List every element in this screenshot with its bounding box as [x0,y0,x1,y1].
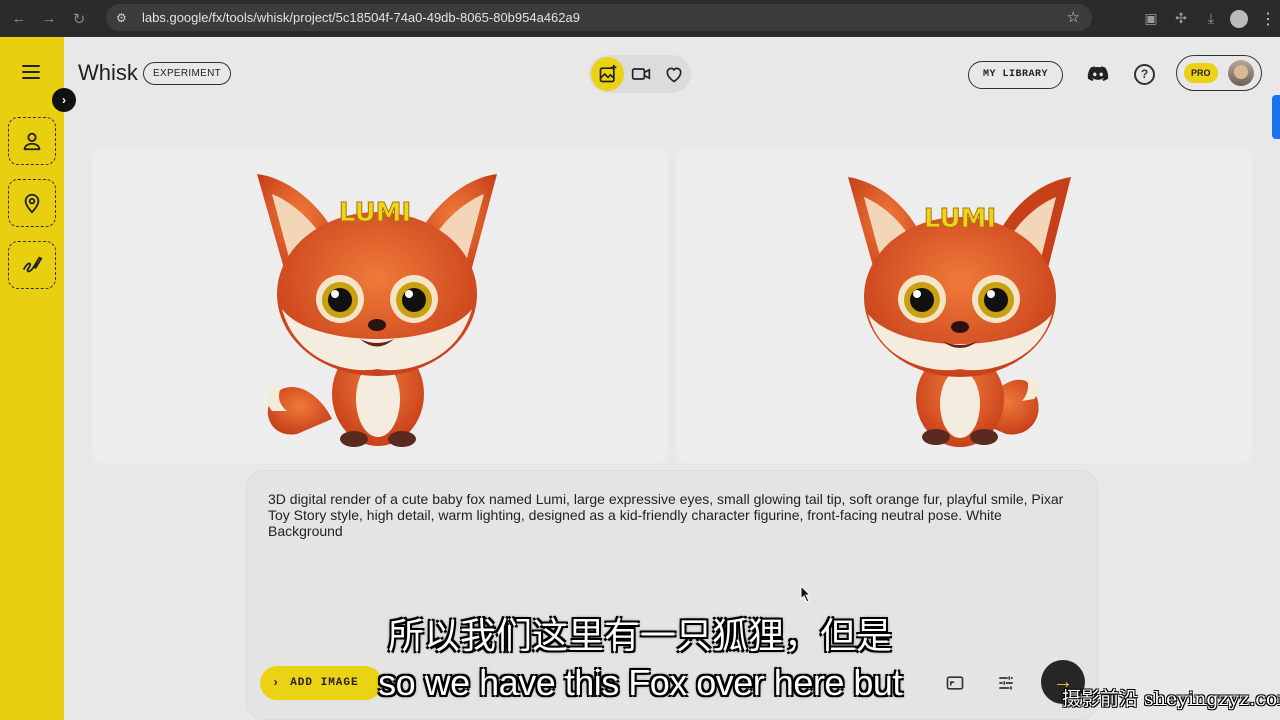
mode-switch [589,55,691,93]
help-icon[interactable]: ? [1134,64,1155,85]
prompt-textarea[interactable]: 3D digital render of a cute baby fox nam… [268,491,1078,539]
fox-image: LUMI [257,174,497,447]
url-text: labs.google/fx/tools/whisk/project/5c185… [142,10,580,25]
hamburger-menu-icon[interactable] [22,65,40,79]
subject-tool-button[interactable] [8,117,56,165]
experiment-badge: EXPERIMENT [143,62,232,85]
lumi-label: LUMI [339,198,411,228]
more-menu-icon[interactable]: ⋮ [1256,9,1280,29]
download-icon[interactable]: ⤓ [1196,10,1226,27]
my-library-button[interactable]: MY LIBRARY [968,61,1063,89]
generated-image-card[interactable]: LUMI [676,149,1252,463]
browser-toolbar: ← → ↻ ⚙ labs.google/fx/tools/whisk/proje… [0,0,1280,37]
video-mode-button[interactable] [624,57,657,91]
generated-image-card[interactable]: LUMI [92,149,668,463]
discord-icon[interactable] [1087,63,1109,85]
style-tool-button[interactable] [8,241,56,289]
account-button[interactable]: PRO [1176,55,1262,91]
scene-tool-button[interactable] [8,179,56,227]
profile-avatar[interactable] [1230,9,1248,28]
brand-title[interactable]: Whisk [78,60,138,86]
scene-icon [24,193,40,214]
expand-sidebar-button[interactable]: › [52,88,76,112]
mouse-cursor-icon [800,585,812,603]
puzzle-icon[interactable]: ✣ [1166,10,1196,27]
user-avatar [1227,60,1254,86]
video-mode-icon [631,68,651,80]
watermark-text: 摄影前沿 sheyingzyz.com [1062,688,1280,710]
subtitle-chinese: 所以我们这里有一只狐狸，但是 [387,616,892,657]
site-settings-icon[interactable]: ⚙ [116,11,136,25]
fox-image: LUMI [848,177,1071,447]
extension-icon[interactable]: ▣ [1136,10,1166,27]
lumi-label: LUMI [924,204,996,234]
image-mode-icon [599,64,616,83]
back-arrow-icon[interactable]: ← [8,8,30,30]
favorites-heart-icon [666,67,682,83]
address-bar[interactable]: ⚙ labs.google/fx/tools/whisk/project/5c1… [106,4,1092,31]
reload-icon[interactable]: ↻ [68,8,90,30]
style-icon [22,256,43,273]
bookmark-star-icon[interactable]: ☆ [1067,8,1080,26]
forward-arrow-icon[interactable]: → [38,8,60,30]
side-panel-tab[interactable] [1272,95,1280,139]
subject-icon [23,132,41,151]
image-mode-button[interactable] [591,57,625,91]
pro-badge: PRO [1184,63,1218,83]
favorites-button[interactable] [658,57,691,91]
